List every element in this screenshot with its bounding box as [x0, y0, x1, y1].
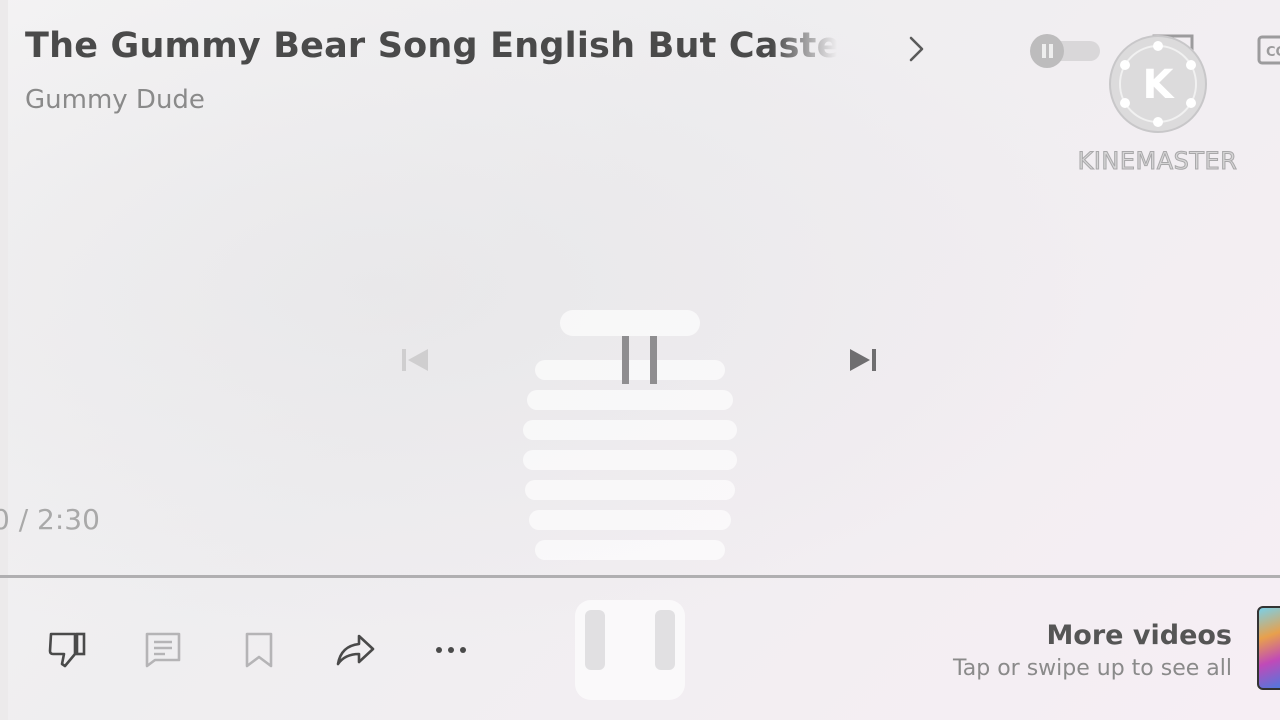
left-edge	[0, 0, 8, 720]
skip-previous-icon[interactable]	[398, 345, 432, 375]
more-videos-panel[interactable]: More videos Tap or swipe up to see all	[953, 618, 1232, 684]
captions-icon[interactable]: CC	[1256, 34, 1280, 66]
skip-next-icon[interactable]	[846, 345, 880, 375]
video-title[interactable]: The Gummy Bear Song English But Caster's	[25, 26, 837, 66]
chevron-right-icon[interactable]	[900, 32, 934, 66]
more-horizontal-icon[interactable]	[429, 628, 473, 672]
kinemaster-logo-icon: K	[1109, 35, 1207, 133]
svg-text:CC: CC	[1266, 45, 1280, 60]
time-display: 0 / 2:30	[0, 503, 100, 536]
video-player[interactable]: The Gummy Bear Song English But Caster's…	[0, 0, 1280, 720]
kinemaster-watermark: K KINEMASTER	[1070, 34, 1245, 184]
watermark-text: KINEMASTER	[1077, 147, 1238, 176]
share-icon[interactable]	[333, 628, 377, 672]
progress-bar[interactable]	[0, 575, 1280, 578]
pause-icon[interactable]	[612, 330, 668, 390]
more-videos-subtitle: Tap or swipe up to see all	[952, 656, 1232, 681]
thumbs-down-icon[interactable]	[45, 628, 89, 672]
autoplay-pause-icon	[1030, 34, 1064, 68]
channel-name[interactable]: Gummy Dude	[25, 85, 205, 115]
bookmark-icon[interactable]	[237, 628, 281, 672]
svg-text:K: K	[1143, 62, 1176, 108]
next-video-thumbnail[interactable]	[1257, 606, 1280, 690]
more-videos-title: More videos	[1046, 620, 1232, 651]
comments-icon[interactable]	[141, 628, 185, 672]
